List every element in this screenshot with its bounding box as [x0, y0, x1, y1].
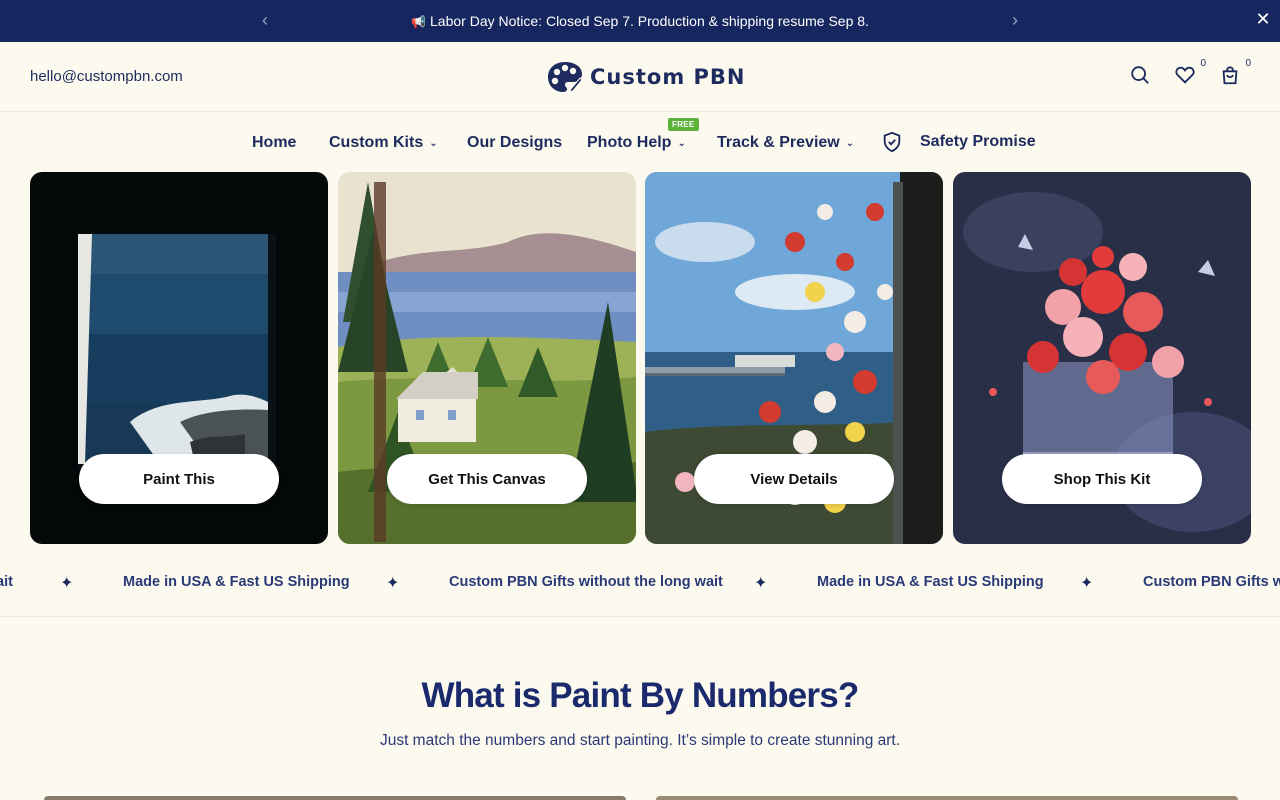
- nav-item-photo-help[interactable]: Photo Help ⌄ FREE: [587, 118, 699, 152]
- benefits-marquee: ait ✦ Made in USA & Fast US Shipping ✦ C…: [0, 544, 1280, 617]
- sparkle-icon: ✦: [1080, 575, 1094, 592]
- cart-count: 0: [1245, 58, 1251, 69]
- shield-check-icon: [883, 131, 901, 153]
- tutorial-image: [656, 796, 1238, 800]
- nav-item-track-preview[interactable]: Track & Preview ⌄: [717, 134, 854, 152]
- nav-item-our-designs[interactable]: Our Designs: [467, 134, 562, 152]
- kit-card[interactable]: Paint This: [30, 172, 328, 544]
- cart-button[interactable]: 0: [1219, 58, 1251, 88]
- palette-logo-icon: [548, 62, 583, 93]
- marquee-item: Made in USA & Fast US Shipping: [123, 574, 350, 590]
- section-title: What is Paint By Numbers?: [421, 676, 859, 715]
- section-subtitle: Just match the numbers and start paintin…: [379, 732, 901, 749]
- chevron-down-icon: ⌄: [429, 137, 438, 149]
- sparkle-icon: ✦: [60, 575, 74, 592]
- chevron-right-icon[interactable]: ›: [1005, 10, 1025, 32]
- kit-card[interactable]: View Details: [645, 172, 943, 544]
- marquee-item: Custom PBN Gifts wit: [1143, 574, 1280, 590]
- marquee-item: Made in USA & Fast US Shipping: [817, 574, 1044, 590]
- main-nav: Home Custom Kits ⌄ Our Designs Photo Help…: [0, 112, 1280, 172]
- nav-item-safety-promise[interactable]: Safety Promise: [881, 131, 1036, 153]
- view-details-button[interactable]: View Details: [694, 454, 894, 504]
- announcement-message[interactable]: 📢 Labor Day Notice: Closed Sep 7. Product…: [0, 13, 1280, 29]
- close-icon[interactable]: ✕: [1254, 9, 1272, 31]
- search-icon[interactable]: [1129, 64, 1153, 88]
- tutorial-image: [44, 796, 626, 800]
- shop-this-kit-button[interactable]: Shop This Kit: [1002, 454, 1202, 504]
- marquee-item: Custom PBN Gifts without the long wait: [449, 574, 723, 590]
- nav-item-custom-kits[interactable]: Custom Kits ⌄: [329, 134, 438, 152]
- nav-item-home[interactable]: Home: [252, 134, 296, 152]
- logo[interactable]: Custom PBN: [546, 59, 746, 95]
- sparkle-icon: ✦: [386, 575, 400, 592]
- shopping-bag-icon: [1222, 66, 1238, 85]
- marquee-item: ait: [0, 574, 13, 590]
- chevron-down-icon: ⌄: [845, 137, 855, 149]
- featured-kits: Paint This Get This Canvas View Details …: [30, 172, 1251, 544]
- heart-icon: [1175, 66, 1195, 84]
- contact-email[interactable]: hello@custompbn.com: [30, 68, 183, 85]
- logo-text: Custom PBN: [590, 65, 746, 89]
- chevron-down-icon: ⌄: [677, 137, 686, 149]
- kit-card[interactable]: Get This Canvas: [338, 172, 636, 544]
- free-badge: FREE: [668, 118, 699, 131]
- site-header: hello@custompbn.com Custom PBN 0 0: [0, 42, 1280, 112]
- megaphone-icon: 📢: [411, 15, 427, 29]
- sparkle-icon: ✦: [754, 575, 768, 592]
- wishlist-button[interactable]: 0: [1174, 58, 1206, 88]
- get-this-canvas-button[interactable]: Get This Canvas: [387, 454, 587, 504]
- announcement-bar: ‹ 📢 Labor Day Notice: Closed Sep 7. Produ…: [0, 0, 1280, 42]
- paint-this-button[interactable]: Paint This: [79, 454, 279, 504]
- kit-card[interactable]: Shop This Kit: [953, 172, 1251, 544]
- wishlist-count: 0: [1200, 58, 1206, 69]
